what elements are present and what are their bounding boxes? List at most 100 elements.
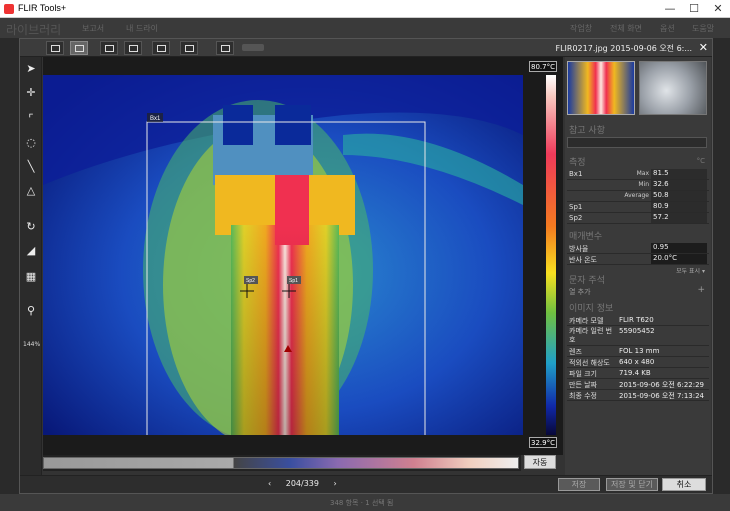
dialog-close-button[interactable]: ✕ — [699, 41, 708, 54]
rotate-icon[interactable]: ↻ — [23, 219, 39, 235]
window-titlebar: FLIR Tools+ — ☐ ✕ — [0, 0, 730, 18]
view-slider[interactable] — [242, 44, 264, 51]
param-row[interactable]: 방사율 0.95 — [567, 243, 709, 254]
view-visual-button[interactable] — [70, 41, 88, 55]
view-ir-button[interactable] — [46, 41, 64, 55]
line-icon[interactable]: ╲ — [23, 159, 39, 175]
next-image-button[interactable]: › — [334, 479, 337, 488]
library-item-report[interactable]: 보고서 — [82, 23, 104, 34]
thumbnail-ir[interactable] — [567, 61, 635, 115]
measure-sub: Min — [638, 181, 649, 188]
view-ir-icon — [51, 45, 60, 52]
library-item-help[interactable]: 도움말 — [692, 23, 714, 34]
pager: ‹ 204/339 › — [268, 479, 337, 488]
info-value: 55905452 — [619, 327, 655, 335]
view-photo-icon — [185, 45, 194, 52]
thermal-image-svg: Bx1 Sp2 Sp1 — [43, 75, 523, 435]
minimize-button[interactable]: — — [658, 0, 682, 18]
box-icon[interactable]: ⌜ — [23, 111, 39, 127]
thumbnail-visual-image — [640, 62, 706, 114]
palette-icon[interactable]: ◢ — [23, 243, 39, 259]
info-value: FLIR T620 — [619, 316, 654, 324]
thumbnail-ir-image — [568, 62, 634, 114]
dialog-footer: ‹ 204/339 › 저장 저장 및 닫기 취소 — [20, 475, 712, 493]
notes-input[interactable] — [567, 137, 707, 148]
prev-image-button[interactable]: ‹ — [268, 479, 271, 488]
measure-value: 32.6 — [651, 180, 707, 190]
view-pip-button[interactable] — [152, 41, 170, 55]
info-name: 만든 날짜 — [569, 381, 597, 389]
library-item-drive[interactable]: 내 드라이 — [126, 23, 158, 34]
library-title: 라이브러리 — [6, 23, 62, 37]
show-all-link[interactable]: 모두 표시 ▾ — [676, 266, 705, 275]
measure-row[interactable]: Bx1 Max 81.5 — [567, 169, 709, 180]
auto-adjust-button[interactable]: 자동 — [524, 455, 556, 469]
library-item-workspace[interactable]: 작업창 — [570, 23, 592, 34]
tool-palette: ➤ ✛ ⌜ ◌ ╲ △ ↻ ◢ ▦ ⚲ 144% — [20, 57, 42, 475]
info-value: FOL 13 mm — [619, 347, 660, 355]
cancel-button[interactable]: 취소 — [662, 478, 706, 491]
measure-sub: Average — [624, 192, 649, 199]
measure-row[interactable]: Sp1 80.9 — [567, 202, 709, 213]
info-row: 카메라 일련 번호 55905452 — [567, 326, 709, 346]
measure-value: 57.2 — [651, 213, 707, 223]
image-info-header: 이미지 정보 — [569, 304, 614, 314]
param-value[interactable]: 0.95 — [651, 243, 707, 253]
view-pip-icon — [157, 45, 166, 52]
info-name: 카메라 일련 번호 — [569, 327, 613, 344]
dialog-toolbar: FLIR0217.jpg 2015-09-06 오전 6:... ✕ — [20, 39, 712, 57]
save-close-button[interactable]: 저장 및 닫기 — [606, 478, 658, 491]
maximize-button[interactable]: ☐ — [682, 0, 706, 18]
fusion-icon[interactable]: ▦ — [23, 269, 39, 285]
thermal-image[interactable]: Bx1 Sp2 Sp1 — [43, 75, 523, 435]
range-max-field[interactable]: 80.7°C — [529, 61, 557, 72]
info-name: 렌즈 — [569, 348, 582, 356]
info-name: 카메라 모델 — [569, 317, 604, 325]
view-compare-icon — [221, 45, 230, 52]
delta-icon[interactable]: △ — [23, 183, 39, 199]
view-photo-button[interactable] — [180, 41, 198, 55]
thumbnail-visual[interactable] — [639, 61, 707, 115]
measure-header: 측정 — [569, 158, 586, 168]
zoom-icon[interactable]: ⚲ — [23, 303, 39, 319]
measure-row[interactable]: Sp2 57.2 — [567, 213, 709, 224]
view-blend-button[interactable] — [124, 41, 142, 55]
status-text: 348 항목 · 1 선택 됨 — [330, 499, 394, 507]
status-bar: 348 항목 · 1 선택 됨 — [0, 494, 730, 511]
window-title: FLIR Tools+ — [18, 3, 67, 13]
param-name: 반사 온도 — [569, 256, 597, 264]
measure-value: 81.5 — [651, 169, 707, 179]
view-compare-button[interactable] — [216, 41, 234, 55]
measure-value: 50.8 — [651, 191, 707, 201]
params-header: 매개변수 — [569, 232, 603, 242]
arrow-select-icon[interactable]: ➤ — [23, 61, 39, 77]
notes-header: 참고 사항 — [569, 126, 605, 136]
measure-name: Sp2 — [569, 214, 583, 222]
spot-icon[interactable]: ✛ — [23, 85, 39, 101]
view-msx-button[interactable] — [100, 41, 118, 55]
window-close-button[interactable]: ✕ — [706, 0, 730, 18]
info-row: 적외선 해상도 640 x 480 — [567, 357, 709, 368]
measure-name: Bx1 — [569, 170, 583, 178]
add-icon[interactable]: + — [697, 285, 705, 295]
param-value[interactable]: 20.0°C — [651, 254, 707, 264]
library-bar: 라이브러리 보고서 내 드라이 작업창 전체 화면 옵션 도움말 — [0, 18, 730, 38]
add-row-label[interactable]: 열 추가 — [569, 287, 591, 297]
info-panel: 참고 사항 측정 °C Bx1 Max 81.5 Min 32.6 Average 50… — [565, 57, 711, 475]
info-value: 2015-09-06 오전 7:13:24 — [619, 392, 704, 400]
param-row[interactable]: 반사 온도 20.0°C — [567, 254, 709, 265]
image-canvas: Bx1 Sp2 Sp1 80.7°C 32.9°C — [43, 57, 563, 455]
sp1-label: Sp1 — [289, 278, 298, 284]
measure-row[interactable]: Average 50.8 — [567, 191, 709, 202]
histogram-slider[interactable] — [43, 455, 521, 471]
measure-sub: Max — [636, 170, 649, 177]
range-min-field[interactable]: 32.9°C — [529, 437, 557, 448]
histogram-track[interactable] — [43, 457, 519, 469]
library-item-fullscreen[interactable]: 전체 화면 — [610, 23, 642, 34]
info-row: 최종 수정 2015-09-06 오전 7:13:24 — [567, 390, 709, 401]
save-button[interactable]: 저장 — [558, 478, 600, 491]
circle-icon[interactable]: ◌ — [23, 135, 39, 151]
info-name: 적외선 해상도 — [569, 359, 610, 367]
measure-row[interactable]: Min 32.6 — [567, 180, 709, 191]
library-item-options[interactable]: 옵션 — [660, 23, 675, 34]
